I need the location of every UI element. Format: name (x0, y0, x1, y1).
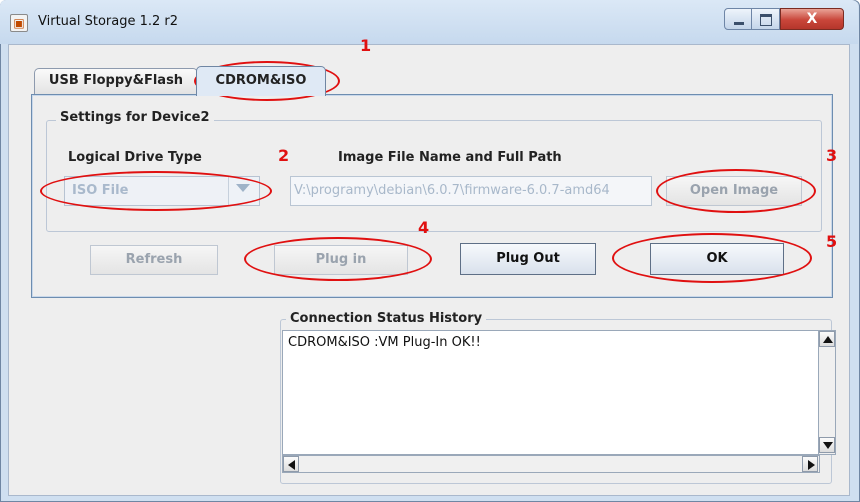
scroll-up-button[interactable] (819, 331, 835, 347)
annotation-number-1: 1 (360, 36, 372, 55)
image-path-value: V:\programy\debian\6.0.7\firmware-6.0.7-… (294, 183, 610, 198)
window-title: Virtual Storage 1.2 r2 (38, 14, 179, 29)
maximize-button[interactable] (752, 8, 780, 30)
device-settings-legend: Settings for Device2 (56, 110, 214, 125)
plug-out-button[interactable]: Plug Out (460, 243, 596, 275)
scroll-down-button[interactable] (819, 437, 835, 453)
history-line: CDROM&ISO :VM Plug-In OK!! (288, 335, 481, 350)
annotation-ring-3 (656, 169, 816, 213)
minimize-button[interactable] (724, 8, 752, 30)
refresh-button[interactable]: Refresh (90, 245, 218, 275)
arrow-right-icon (808, 460, 815, 470)
arrow-left-icon (288, 460, 295, 470)
annotation-ring-2 (40, 171, 272, 211)
close-button[interactable]: X (780, 8, 844, 30)
annotation-number-4: 4 (418, 218, 430, 237)
annotation-ring-5 (612, 233, 812, 283)
horizontal-scrollbar[interactable] (282, 455, 820, 473)
tab-usb-floppy-flash[interactable]: USB Floppy&Flash (34, 68, 198, 94)
scroll-right-button[interactable] (802, 456, 818, 472)
scroll-left-button[interactable] (283, 456, 299, 472)
annotation-number-3: 3 (826, 146, 838, 165)
annotation-number-2: 2 (278, 146, 290, 165)
drive-type-label: Logical Drive Type (68, 150, 202, 165)
connection-history-legend: Connection Status History (286, 311, 487, 326)
app-icon: ▣ (10, 14, 28, 32)
close-icon: X (806, 11, 818, 27)
arrow-up-icon (823, 336, 833, 343)
tab-cdrom-iso[interactable]: CDROM&ISO (196, 66, 326, 96)
arrow-down-icon (823, 442, 833, 449)
annotation-number-5: 5 (826, 232, 838, 251)
image-path-label: Image File Name and Full Path (338, 150, 562, 165)
annotation-ring-4 (244, 237, 432, 281)
